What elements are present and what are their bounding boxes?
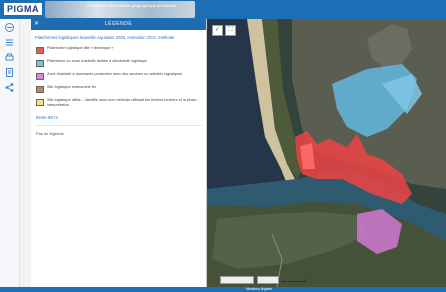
legend-swatch	[36, 73, 44, 80]
legend-label: Site logistique diffus – identifié avec …	[47, 98, 198, 107]
legend-item: Plateforme ou zone d'activité dédiée à d…	[36, 59, 202, 69]
satellite-map[interactable]	[207, 19, 446, 287]
legend-label: Plateforme ou zone d'activité dédiée à d…	[47, 59, 148, 63]
tool-sidebar	[0, 19, 20, 287]
legend-label: Zone d'activité à dominante productive a…	[47, 72, 183, 76]
coordinate-box	[257, 276, 279, 284]
share-icon[interactable]	[4, 82, 15, 93]
footer-link[interactable]: Mentions légales	[229, 287, 289, 292]
check-icon[interactable]: ✓	[212, 25, 223, 36]
app-header: PIGMA Plateforme d'information géographi…	[0, 0, 446, 19]
header-banner: Plateforme d'information géographique mu…	[45, 1, 195, 18]
close-icon[interactable]: ✕	[34, 19, 40, 30]
legend-swatch	[36, 99, 44, 106]
banner-text: Plateforme d'information géographique mu…	[87, 3, 177, 8]
legend-panel: ✕ LÉGENDE Plateformes logistiques Nouvel…	[31, 19, 207, 287]
legend-label: Site logistique embranché fer	[47, 85, 97, 89]
legend-item: Plateforme logistique dite « technique »	[36, 46, 202, 56]
legend-swatch	[36, 60, 44, 67]
legend-swatch	[36, 86, 44, 93]
layer-title: Plateformes logistiques Nouvelle-Aquitai…	[35, 35, 175, 40]
legend-item: Zone d'activité à dominante productive a…	[36, 72, 202, 82]
legend-header: ✕ LÉGENDE	[31, 19, 206, 30]
legend-swatch	[36, 47, 44, 54]
list-icon[interactable]	[4, 37, 15, 48]
fullscreen-icon[interactable]: ⛶	[225, 25, 236, 36]
map-view[interactable]: ✓ ⛶	[207, 19, 446, 287]
divider	[35, 125, 202, 126]
no-legend-text: Pas de légende	[36, 131, 64, 136]
legend-list: Plateforme logistique dite « technique »…	[36, 46, 202, 111]
document-icon[interactable]	[4, 67, 15, 78]
scale-box	[220, 276, 254, 284]
layers-icon[interactable]	[4, 22, 15, 33]
legend-item: Site logistique embranché fer	[36, 85, 202, 95]
print-icon[interactable]	[4, 52, 15, 63]
legend-label: Plateforme logistique dite « technique »	[47, 46, 114, 50]
app-footer: Mentions légales	[0, 287, 446, 292]
pigma-logo[interactable]: PIGMA	[4, 3, 43, 15]
legend-item: Site logistique diffus – identifié avec …	[36, 98, 202, 108]
visibility-limit: Entre 60 m	[36, 115, 59, 120]
legend-title: LÉGENDE	[104, 21, 133, 27]
scale-bar	[282, 279, 306, 282]
